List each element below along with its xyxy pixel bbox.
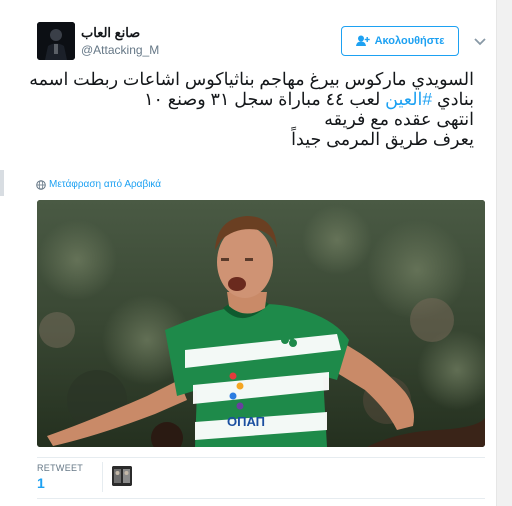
tweet-text: السويدي ماركوس بيرغ مهاجم بناثياكوس اشاع… (29, 69, 474, 149)
tweet-line-2: بنادي #العين لعب ٤٤ مباراة سجل ٣١ وصنع ١… (30, 89, 474, 109)
user-handle[interactable]: @Attacking_M (81, 43, 159, 57)
tweet-line-2-start: بنادي (437, 89, 474, 109)
follow-button-label: Ακολουθήστε (374, 35, 445, 47)
hashtag-link[interactable]: #العين (385, 89, 432, 109)
stats-divider-bottom (37, 498, 485, 499)
tweet-line-2-end: لعب ٤٤ مباراة سجل ٣١ وصنع ١٠ (144, 89, 381, 109)
tweet-photo[interactable]: OПАП (37, 200, 485, 447)
add-user-icon (355, 35, 370, 47)
translate-link[interactable]: Μετάφραση από Αραβικά (36, 179, 161, 190)
tweet-line-3: انتهى عقده مع فريقه (324, 109, 474, 129)
retweet-label: RETWEET (37, 463, 84, 473)
stats-separator (102, 462, 103, 492)
user-avatar[interactable] (37, 22, 75, 60)
left-edge-marker (0, 170, 4, 196)
tweet-line-1: السويدي ماركوس بيرغ مهاجم بناثياكوس اشاع… (29, 69, 474, 89)
display-name[interactable]: صانع العاب (81, 25, 140, 41)
stats-divider-top (37, 457, 485, 458)
retweeter-avatar[interactable] (112, 466, 132, 486)
tweet-line-4: يعرف طريق المرمى جيداً (291, 129, 474, 149)
follow-button[interactable]: Ακολουθήστε (341, 26, 459, 56)
translate-label: Μετάφραση από Αραβικά (49, 179, 162, 190)
jersey-sponsor-text: OПАП (227, 414, 265, 429)
chevron-down-icon[interactable] (474, 34, 486, 46)
tweet-card: صانع العاب @Attacking_M Ακολουθήστε السو… (0, 0, 496, 506)
globe-icon (36, 179, 46, 190)
page-scrollbar[interactable] (496, 0, 512, 506)
retweet-count[interactable]: 1 (37, 475, 45, 491)
